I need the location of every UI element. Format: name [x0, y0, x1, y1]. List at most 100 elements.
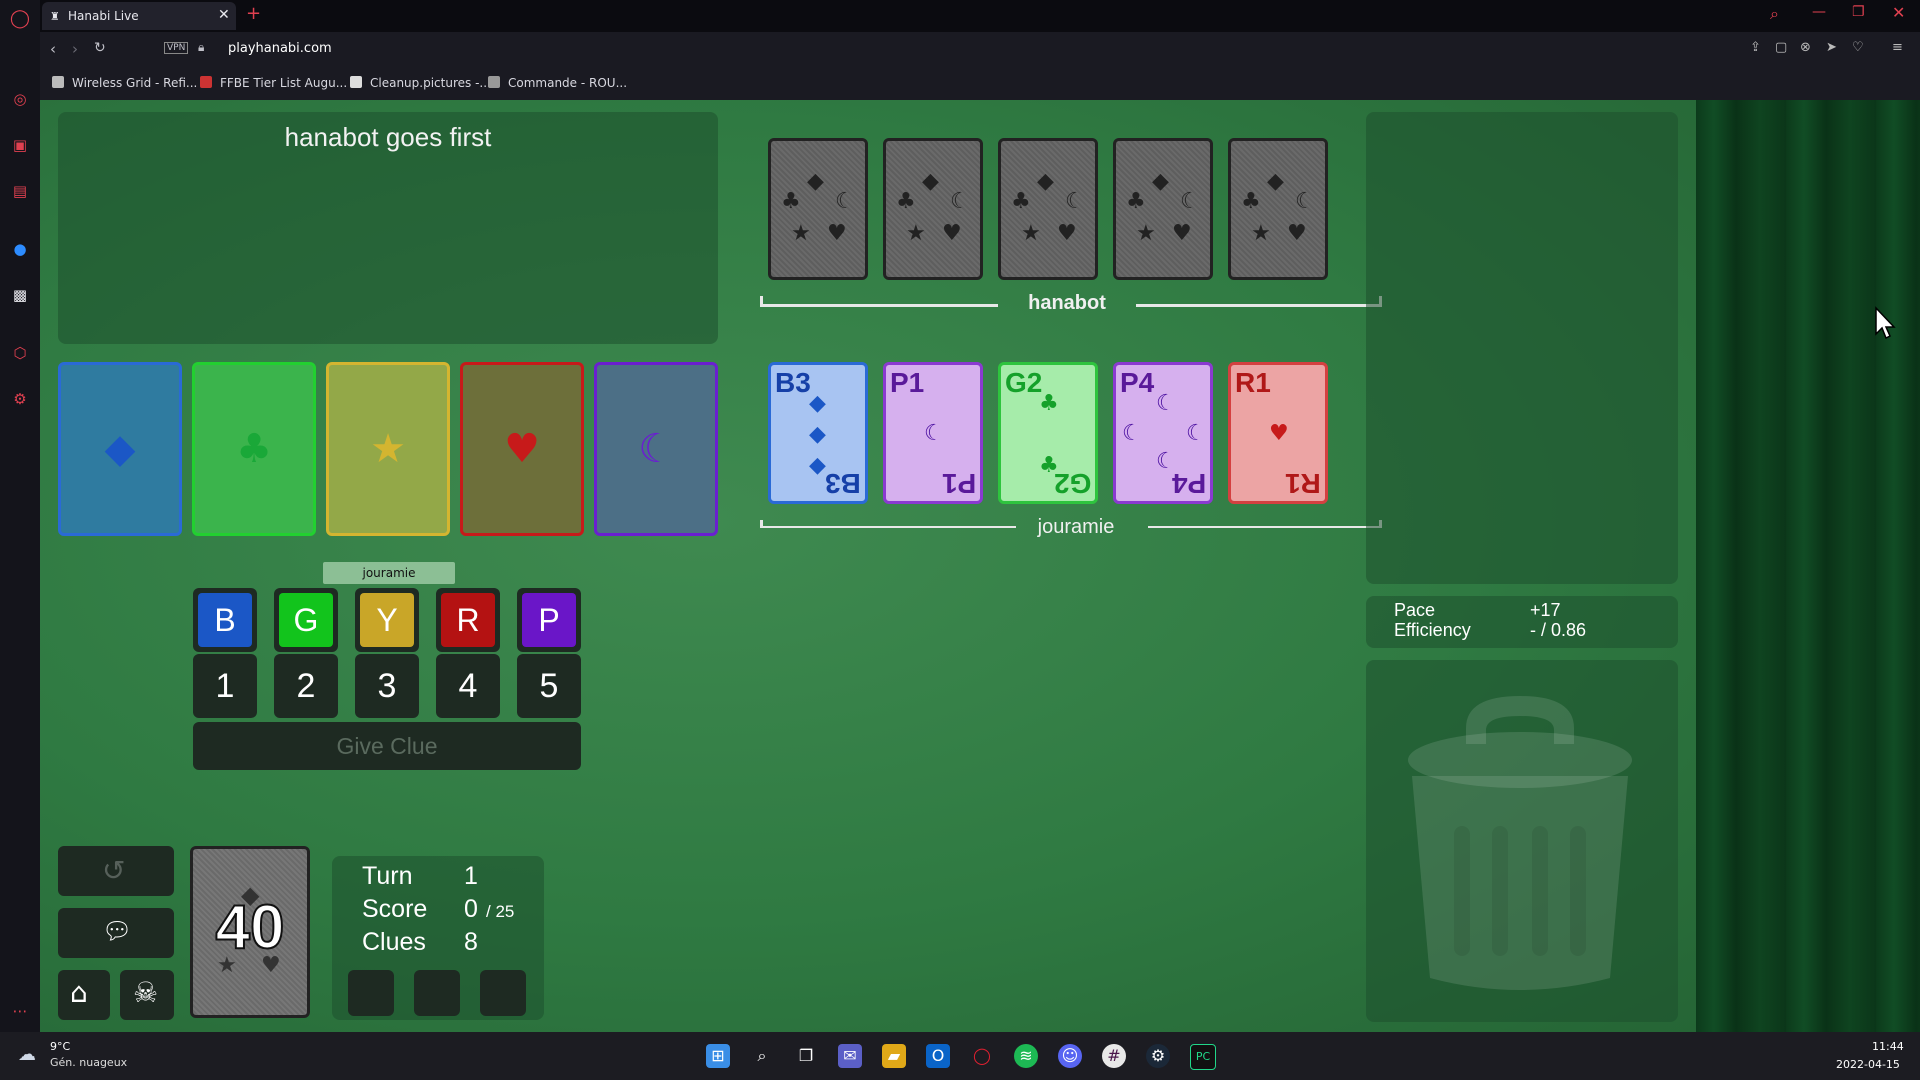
clue-number-3-button[interactable]: 3	[355, 654, 419, 718]
heart-icon: ♥	[827, 221, 847, 246]
clue-color-yellow-button[interactable]: Y	[355, 588, 419, 652]
hand-card-r1[interactable]: R1 R1 ♥	[1228, 362, 1328, 504]
star-icon: ★	[1021, 221, 1041, 246]
discord-icon[interactable]: ▩	[9, 284, 31, 306]
hand-card-p1[interactable]: P1 P1 ☾	[883, 362, 983, 504]
slack-icon[interactable]: #	[1102, 1044, 1126, 1068]
clue-number-2-button[interactable]: 2	[274, 654, 338, 718]
bookmark-item[interactable]: Commande - ROU...	[488, 76, 627, 92]
speed-dial-icon[interactable]: ◎	[9, 88, 31, 110]
clock-time[interactable]: 11:44	[1872, 1040, 1904, 1053]
give-clue-button[interactable]: Give Clue	[193, 722, 581, 770]
undo-button[interactable]: ↺	[58, 846, 174, 896]
discard-pile[interactable]	[1366, 660, 1678, 1022]
start-icon[interactable]: ⊞	[706, 1044, 730, 1068]
hand-card-back[interactable]: ◆ ♣ ☾ ★ ♥	[1228, 138, 1328, 280]
clock-date[interactable]: 2022-04-15	[1836, 1058, 1900, 1071]
spotify-icon[interactable]: ≋	[1014, 1044, 1038, 1068]
clue-log-panel	[1366, 112, 1678, 584]
diamond-icon: ◆	[1267, 169, 1284, 194]
hand-card-b3[interactable]: B3 B3 ◆ ◆ ◆	[768, 362, 868, 504]
kill-game-button[interactable]: ☠	[120, 970, 174, 1020]
twitch-icon[interactable]: ▤	[9, 180, 31, 202]
url-field[interactable]: playhanabi.com	[228, 41, 332, 56]
hand-card-back[interactable]: ◆ ♣ ☾ ★ ♥	[1113, 138, 1213, 280]
chat-bubble-icon: 💬︎	[102, 917, 133, 945]
weather-temp[interactable]: 9°C	[50, 1040, 70, 1053]
strike-slot	[414, 970, 460, 1016]
hand-card-g2[interactable]: G2 G2 ♣ ♣	[998, 362, 1098, 504]
action-log[interactable]: hanabot goes first	[58, 112, 718, 344]
clue-number-5-button[interactable]: 5	[517, 654, 581, 718]
opera-logo-icon[interactable]: ◯	[9, 8, 31, 30]
workspace-icon[interactable]: ▣	[9, 134, 31, 156]
pycharm-icon[interactable]: PC	[1190, 1044, 1216, 1070]
steam-icon[interactable]: ⚙	[1146, 1044, 1170, 1068]
more-icon[interactable]: ⋯	[9, 1000, 31, 1022]
star-icon: ★	[906, 221, 926, 246]
clue-target-player[interactable]: jouramie	[323, 562, 455, 584]
opera-icon[interactable]: ◯	[970, 1044, 994, 1068]
bookmark-item[interactable]: Wireless Grid - Refi...	[52, 76, 197, 92]
play-stack-blue[interactable]: ◆	[58, 362, 182, 536]
vpn-badge[interactable]: VPN	[164, 42, 189, 54]
play-stack-green[interactable]: ♣	[192, 362, 316, 536]
close-tab-icon[interactable]: ✕	[218, 7, 230, 23]
taskbar-search-icon[interactable]: ⌕	[750, 1044, 774, 1068]
clue-color-green-button[interactable]: G	[274, 588, 338, 652]
clue-color-purple-button[interactable]: P	[517, 588, 581, 652]
clue-color-blue-button[interactable]: B	[193, 588, 257, 652]
adblock-icon[interactable]: ⊗	[1800, 40, 1811, 55]
player-name-hanabot: hanabot	[1028, 292, 1106, 314]
restore-icon[interactable]: ❐	[1852, 4, 1865, 20]
clue-color-red-button[interactable]: R	[436, 588, 500, 652]
file-explorer-icon[interactable]: ▰	[882, 1044, 906, 1068]
card-rank: R1	[1235, 367, 1271, 398]
chat-button[interactable]: 💬︎	[58, 908, 174, 958]
play-stack-yellow[interactable]: ★	[326, 362, 450, 536]
club-icon: ♣	[1126, 189, 1146, 214]
minimize-icon[interactable]: —	[1812, 4, 1826, 20]
taskbar: ☁ 9°C Gén. nuageux ⊞ ⌕ ❐ ✉ ▰ O ◯ ≋ ☺ # ⚙…	[0, 1032, 1920, 1080]
play-stack-purple[interactable]: ☾	[594, 362, 718, 536]
back-icon[interactable]: ‹	[50, 40, 56, 58]
teams-icon[interactable]: ✉	[838, 1044, 862, 1068]
reload-icon[interactable]: ↻	[94, 40, 106, 56]
hand-card-back[interactable]: ◆ ♣ ☾ ★ ♥	[768, 138, 868, 280]
search-icon[interactable]: ⌕	[1770, 4, 1779, 24]
bookmark-item[interactable]: FFBE Tier List Augu...	[200, 76, 347, 92]
club-icon: ♣	[1241, 189, 1261, 214]
settings-gear-icon[interactable]: ⚙	[9, 388, 31, 410]
diamond-icon: ◆	[922, 169, 939, 194]
score-max: / 25	[486, 902, 515, 921]
heart-icon[interactable]: ♡	[1852, 40, 1864, 55]
hand-card-back[interactable]: ◆ ♣ ☾ ★ ♥	[998, 138, 1098, 280]
efficiency-value: - / 0.86	[1530, 620, 1587, 640]
outlook-icon[interactable]: O	[926, 1044, 950, 1068]
lobby-button[interactable]: ⌂	[58, 970, 110, 1020]
diamond-icon: ◆	[807, 169, 824, 194]
task-view-icon[interactable]: ❐	[794, 1044, 818, 1068]
hand-card-p4[interactable]: P4 P4 ☾ ☾ ☾ ☾	[1113, 362, 1213, 504]
clue-number-4-button[interactable]: 4	[436, 654, 500, 718]
camera-icon[interactable]: ▢	[1775, 40, 1787, 55]
messenger-icon[interactable]: ●	[9, 238, 31, 260]
close-window-icon[interactable]: ✕	[1892, 3, 1905, 22]
discord-taskbar-icon[interactable]: ☺	[1058, 1044, 1082, 1068]
clue-number-1-button[interactable]: 1	[193, 654, 257, 718]
forward-icon[interactable]: ›	[72, 40, 78, 58]
draw-deck[interactable]: ◆ ★ ♥ 40	[190, 846, 310, 1018]
hand-card-back[interactable]: ◆ ♣ ☾ ★ ♥	[883, 138, 983, 280]
address-bar: ‹ › ↻ VPN 🔒︎ playhanabi.com ⇪ ▢ ⊗ ➤ ♡ ≡	[40, 32, 1920, 68]
weather-desc[interactable]: Gén. nuageux	[50, 1056, 127, 1069]
browser-tab[interactable]: ♜ Hanabi Live ✕	[42, 2, 236, 30]
browser-sidebar: ◯ ◎ ▣ ▤ ● ▩ ⬡ ⚙ ⋯	[0, 0, 40, 1032]
send-icon[interactable]: ➤	[1826, 40, 1837, 55]
bookmark-item[interactable]: Cleanup.pictures -...	[350, 76, 491, 92]
play-stack-red[interactable]: ♥	[460, 362, 584, 536]
share-icon[interactable]: ⇪	[1750, 40, 1761, 55]
menu-icon[interactable]: ≡	[1892, 40, 1903, 55]
heart-icon: ♥	[1269, 421, 1289, 446]
extensions-icon[interactable]: ⬡	[9, 342, 31, 364]
new-tab-icon[interactable]: +	[246, 3, 261, 24]
